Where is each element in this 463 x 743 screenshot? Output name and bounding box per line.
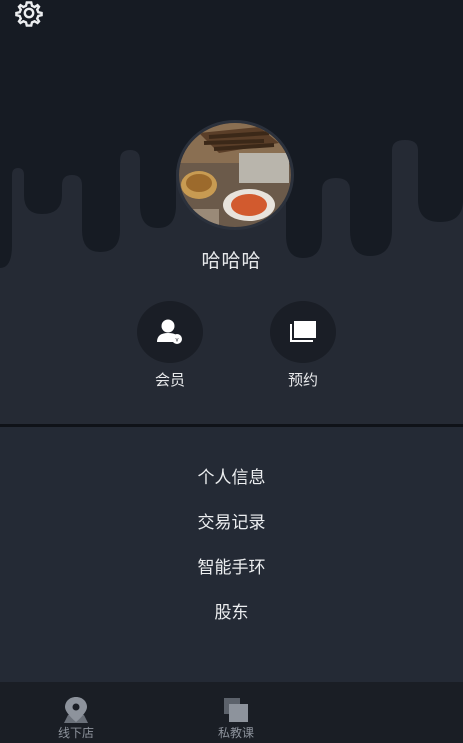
avatar-image xyxy=(179,123,291,227)
booking-label: 预约 xyxy=(287,371,318,389)
gear-icon[interactable] xyxy=(14,0,44,30)
menu-item-transactions[interactable]: 交易记录 xyxy=(0,508,463,533)
profile-screen: 哈哈哈 v 会员 预约 个人信息 交易记录 智能手环 股东 线下店 私教课 xyxy=(0,0,463,743)
location-pin-icon xyxy=(64,697,88,723)
member-icon: v xyxy=(157,319,182,344)
tab-private-lessons[interactable]: 私教课 xyxy=(186,682,286,743)
tab-offline-store[interactable]: 线下店 xyxy=(26,682,126,743)
avatar[interactable] xyxy=(176,120,294,230)
tab-private-lessons-label: 私教课 xyxy=(217,726,254,740)
menu-list: 个人信息 交易记录 智能手环 股东 xyxy=(0,427,463,682)
layers-icon xyxy=(224,698,248,722)
tab-offline-store-label: 线下店 xyxy=(57,726,94,740)
booking-button[interactable]: 预约 xyxy=(269,301,337,390)
member-label: 会员 xyxy=(154,371,185,389)
username: 哈哈哈 xyxy=(201,250,262,272)
menu-item-personal-info[interactable]: 个人信息 xyxy=(0,463,463,488)
member-button[interactable]: v 会员 xyxy=(136,301,204,390)
bottom-tab-bar: 线下店 私教课 xyxy=(0,682,463,743)
menu-item-smart-band[interactable]: 智能手环 xyxy=(0,553,463,578)
menu-item-shareholder[interactable]: 股东 xyxy=(0,598,463,623)
svg-text:v: v xyxy=(176,338,179,344)
booking-icon xyxy=(290,321,316,342)
